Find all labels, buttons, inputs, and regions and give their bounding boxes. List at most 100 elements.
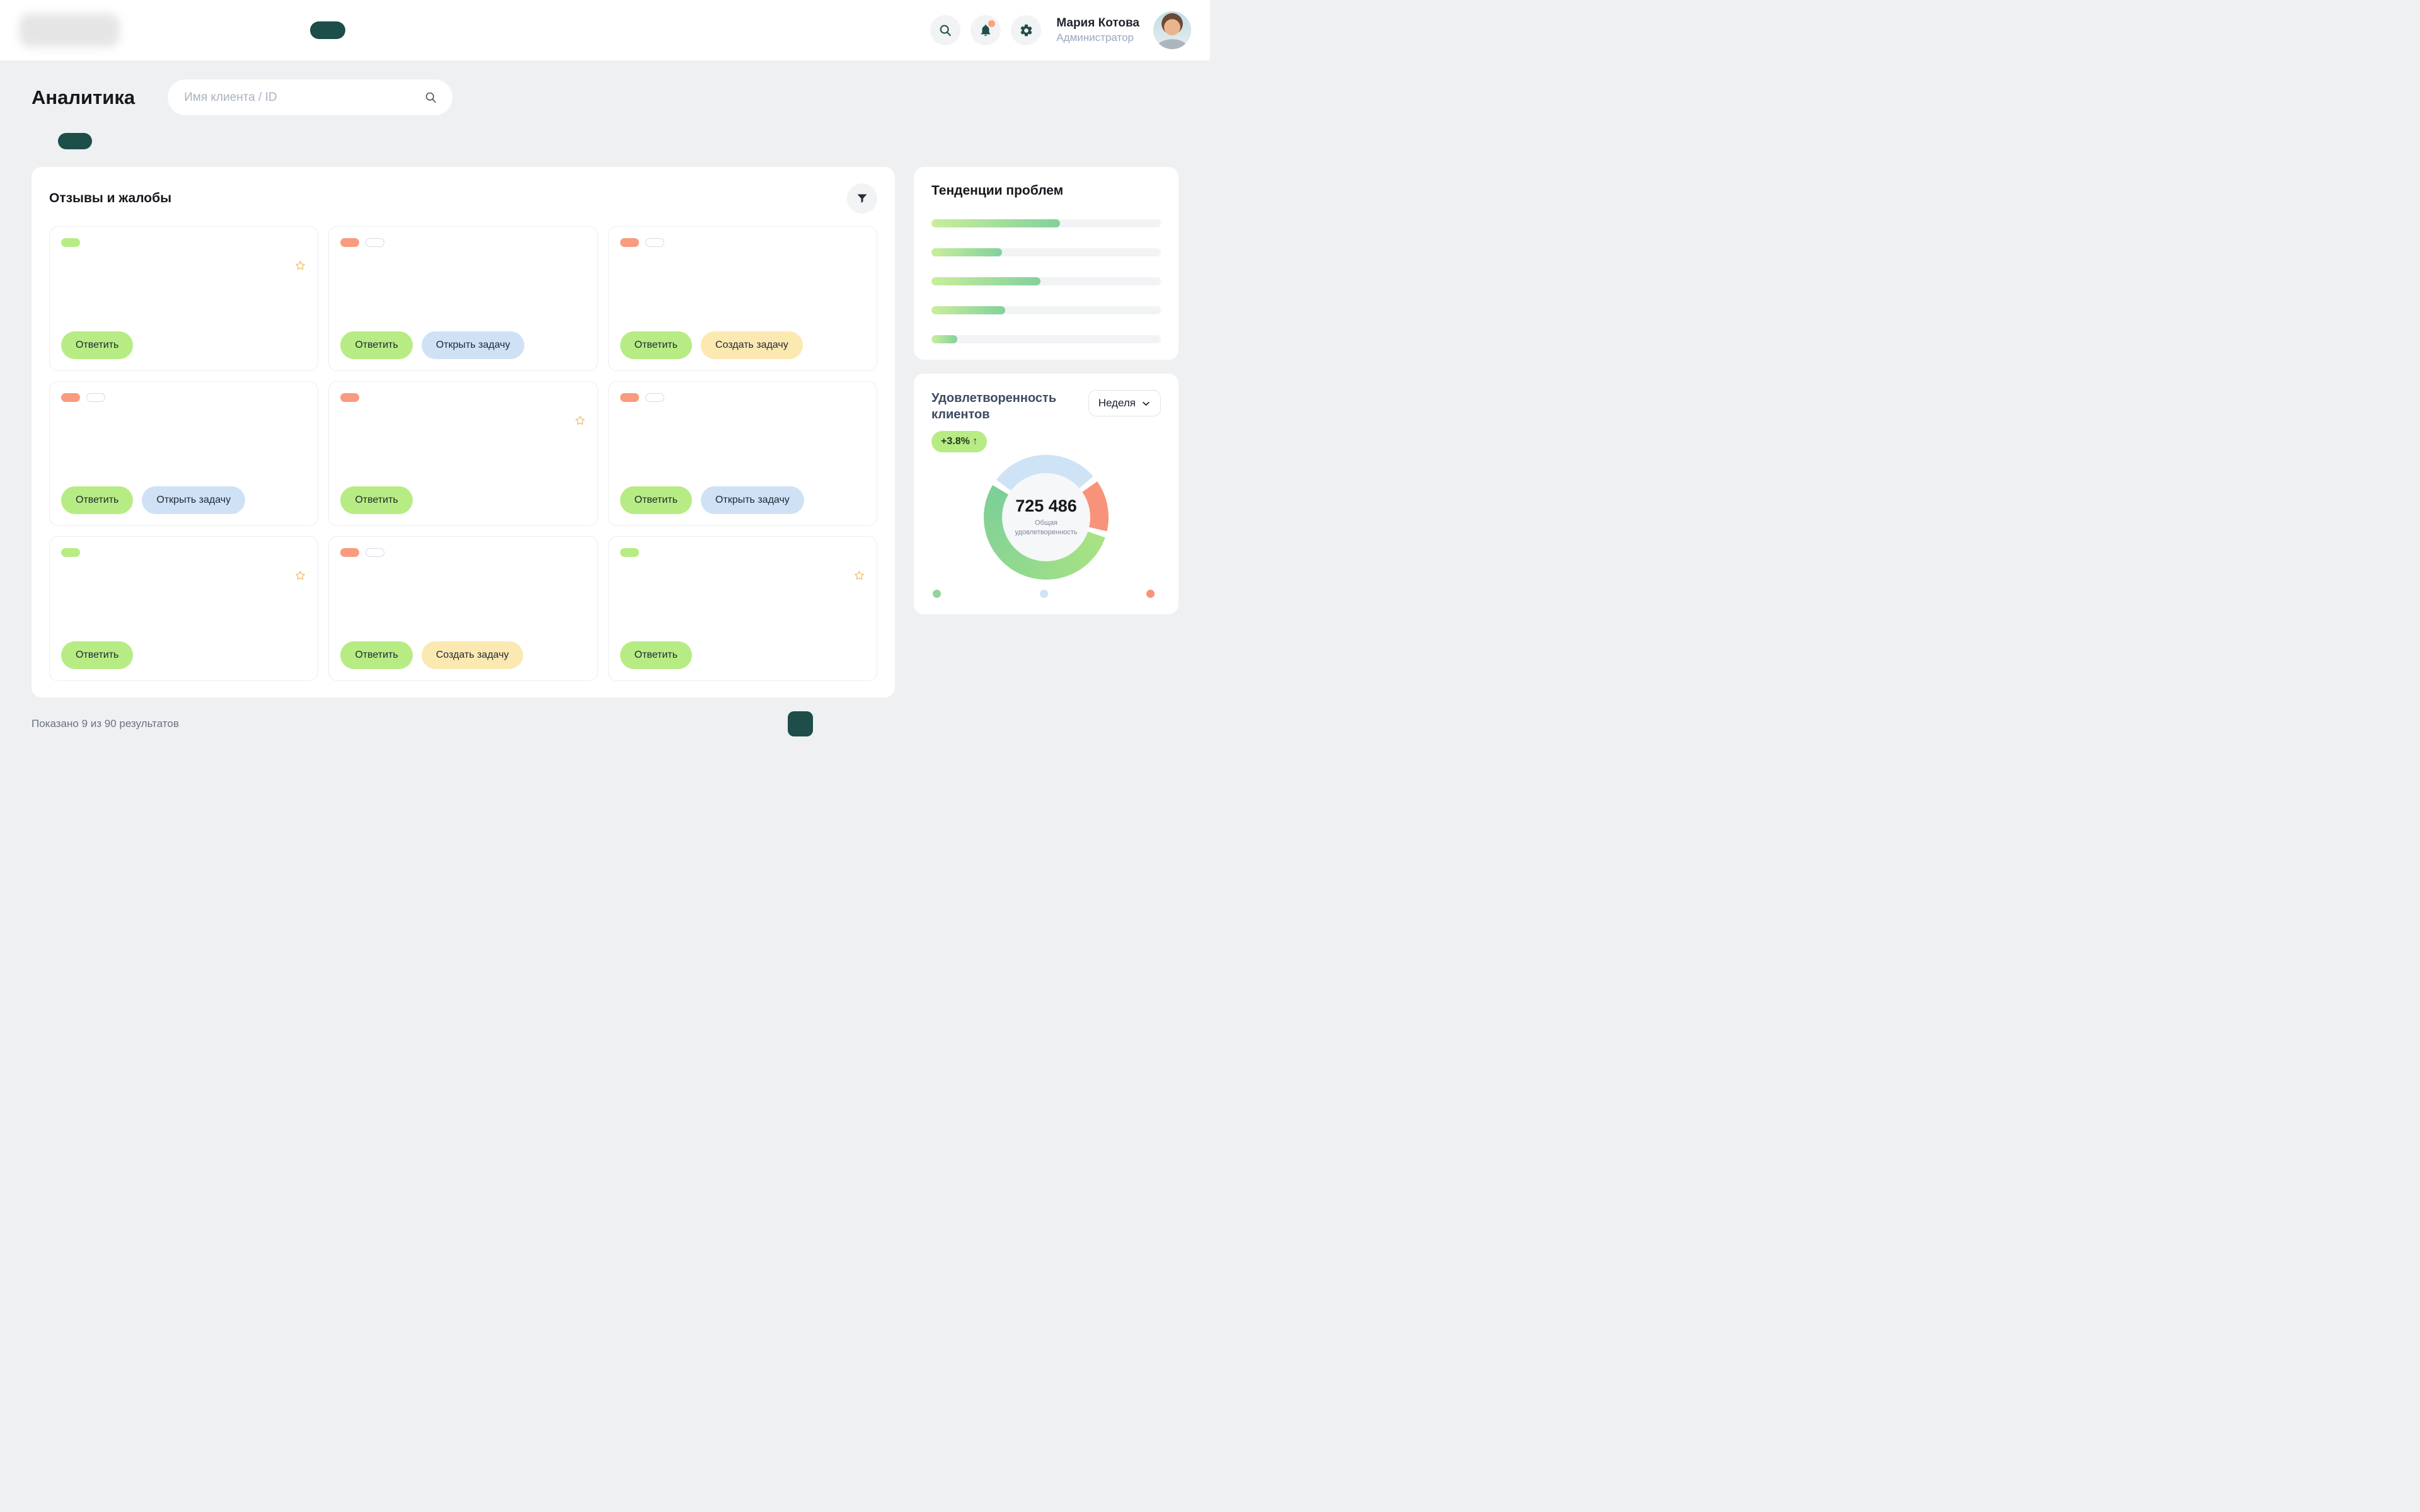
type-badge [340, 548, 359, 557]
trend-bar-track [931, 306, 1161, 314]
company-logo [19, 13, 120, 47]
client-search [168, 79, 452, 115]
sidebar: Тенденции проблем [914, 167, 1178, 614]
reply-button[interactable]: Ответить [340, 641, 412, 669]
search-button[interactable] [930, 15, 960, 45]
status-badge [366, 548, 384, 557]
filter-button[interactable] [847, 183, 877, 214]
rating [291, 570, 306, 581]
trend-list [931, 212, 1161, 343]
card-actions: Ответить Создать задачу [340, 631, 585, 669]
trend-bar-fill [931, 277, 1040, 285]
rating [571, 415, 586, 427]
period-dropdown[interactable]: Неделя [1088, 390, 1161, 416]
nav-item[interactable] [310, 21, 345, 39]
open-task-button[interactable]: Открыть задачу [701, 486, 804, 514]
reply-button[interactable]: Ответить [340, 486, 412, 514]
status-badge [645, 238, 664, 247]
search-input[interactable] [183, 90, 424, 105]
feedback-panel-title: Отзывы и жалобы [49, 191, 171, 206]
card-actions: Ответить Открыть задачу [61, 476, 306, 514]
feedback-card: Ответить Открыть задачу [49, 381, 318, 526]
status-badge [366, 238, 384, 247]
satisfaction-donut-chart: 725 486 Общая удовлетворенность [984, 455, 1109, 580]
reply-button[interactable]: Ответить [620, 641, 692, 669]
card-actions: Ответить Открыть задачу [340, 321, 585, 359]
type-badge [61, 548, 80, 557]
delta-badge: +3.8% ↑ [931, 431, 987, 452]
trend-bar-fill [931, 306, 1005, 314]
feedback-card: Ответить Открыть задачу [328, 226, 597, 371]
card-actions: Ответить Открыть задачу [620, 476, 865, 514]
trend-bar-track [931, 248, 1161, 256]
star-icon [294, 570, 306, 581]
results-count: Показано 9 из 90 результатов [32, 718, 179, 730]
satisfaction-panel: Удовлетворенность клиентов Неделя +3.8% … [914, 374, 1178, 614]
page-button[interactable] [788, 711, 813, 736]
trend-item [931, 328, 1161, 343]
feedback-card: Ответить [49, 536, 318, 681]
filter-icon [856, 192, 868, 205]
trend-bar-fill [931, 248, 1002, 256]
star-icon [294, 260, 306, 272]
type-badge [620, 548, 639, 557]
feedback-panel: Отзывы и жалобы [32, 167, 895, 697]
status-badge [645, 393, 664, 402]
legend-item [1146, 590, 1160, 598]
open-task-button[interactable]: Открыть задачу [422, 331, 525, 359]
feedback-cards: Ответить [49, 226, 877, 681]
type-badge [620, 393, 639, 402]
trend-item [931, 270, 1161, 285]
legend-item [933, 590, 946, 598]
feedback-card: Ответить Создать задачу [328, 536, 597, 681]
gear-icon [1019, 23, 1034, 38]
main-nav [194, 21, 374, 39]
feedback-card: Ответить [49, 226, 318, 371]
reply-button[interactable]: Ответить [620, 486, 692, 514]
notifications-button[interactable] [971, 15, 1001, 45]
card-actions: Ответить [620, 631, 865, 669]
user-name: Мария Котова [1056, 16, 1139, 32]
card-actions: Ответить Создать задачу [620, 321, 865, 359]
tab[interactable] [58, 133, 92, 149]
feedback-card: Ответить [328, 381, 597, 526]
satisfaction-title: Удовлетворенность клиентов [931, 390, 1076, 423]
donut-legend [931, 590, 1161, 598]
legend-dot [933, 590, 941, 598]
header-actions: Мария Котова Администратор [930, 11, 1191, 49]
open-task-button[interactable]: Открыть задачу [142, 486, 245, 514]
donut-total-value: 725 486 [1015, 496, 1077, 516]
create-task-button[interactable]: Создать задачу [422, 641, 524, 669]
legend-dot [1040, 590, 1048, 598]
create-task-button[interactable]: Создать задачу [701, 331, 803, 359]
type-badge [340, 238, 359, 247]
reply-button[interactable]: Ответить [61, 641, 133, 669]
type-badge [61, 393, 80, 402]
feedback-card: Ответить [608, 536, 877, 681]
status-badge [86, 393, 105, 402]
trend-bar-track [931, 335, 1161, 343]
star-icon [853, 570, 865, 581]
trends-panel: Тенденции проблем [914, 167, 1178, 360]
type-badge [340, 393, 359, 402]
app-header: Мария Котова Администратор [0, 0, 1210, 60]
reply-button[interactable]: Ответить [61, 486, 133, 514]
trend-item [931, 299, 1161, 314]
reply-button[interactable]: Ответить [340, 331, 412, 359]
trend-bar-fill [931, 335, 957, 343]
reply-button[interactable]: Ответить [620, 331, 692, 359]
avatar[interactable] [1153, 11, 1191, 49]
type-badge [620, 238, 639, 247]
user-info: Мария Котова Администратор [1056, 16, 1139, 45]
trend-bar-track [931, 219, 1161, 227]
reply-button[interactable]: Ответить [61, 331, 133, 359]
legend-dot [1146, 590, 1155, 598]
notification-dot [988, 20, 995, 27]
rating [291, 260, 306, 272]
trend-item [931, 212, 1161, 227]
search-icon[interactable] [424, 91, 437, 104]
trends-title: Тенденции проблем [931, 183, 1161, 198]
feedback-card: Ответить Открыть задачу [608, 381, 877, 526]
settings-button[interactable] [1011, 15, 1041, 45]
star-icon [574, 415, 586, 427]
